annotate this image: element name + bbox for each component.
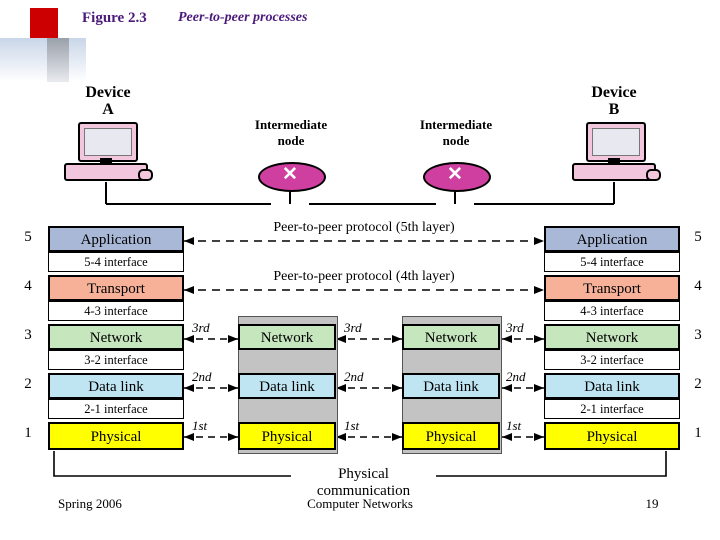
hop-label-2nd-right: 2nd: [506, 369, 526, 384]
right-layer-transport: Transport: [544, 275, 680, 301]
figure-title: Peer-to-peer processes: [178, 10, 308, 25]
hop-label-2nd-middle: 2nd: [344, 369, 364, 384]
node2-layer-physical: Physical: [402, 422, 500, 450]
protocol-label-5th: Peer-to-peer protocol (5th layer): [273, 220, 455, 235]
node1-layer-data-link: Data link: [238, 373, 336, 399]
hop-label-3rd-middle: 3rd: [344, 320, 362, 335]
node1-layer-network: Network: [238, 324, 336, 350]
left-layer-number-5: 5: [24, 229, 32, 245]
intermediate-node-2-label: Intermediate node: [419, 117, 493, 148]
hop-label-3rd-right: 3rd: [506, 320, 524, 335]
right-interface-3-2: 3-2 interface: [544, 350, 680, 370]
left-interface-3-2: 3-2 interface: [48, 350, 184, 370]
right-layer-number-2: 2: [694, 376, 702, 392]
right-layer-network: Network: [544, 324, 680, 350]
footer-page-number: 19: [645, 496, 659, 511]
switch-x-glyph: ✕: [282, 164, 298, 185]
intermediate-node-1-label: Intermediate node: [254, 117, 328, 148]
left-layer-number-1: 1: [24, 425, 32, 441]
node1-layer-physical: Physical: [238, 422, 336, 450]
node2-layer-data-link: Data link: [402, 373, 500, 399]
left-layer-number-3: 3: [24, 327, 32, 343]
figure-label: Figure 2.3: [82, 10, 147, 26]
switch-x-glyph: ✕: [447, 164, 463, 185]
left-interface-5-4: 5-4 interface: [48, 252, 184, 272]
right-layer-application: Application: [544, 226, 680, 252]
left-layer-data-link: Data link: [48, 373, 184, 399]
left-layer-physical: Physical: [48, 422, 184, 450]
right-layer-number-1: 1: [694, 425, 702, 441]
right-layer-number-5: 5: [694, 229, 702, 245]
right-layer-data-link: Data link: [544, 373, 680, 399]
hop-label-1st-middle: 1st: [344, 418, 360, 433]
node2-layer-network: Network: [402, 324, 500, 350]
left-layer-network: Network: [48, 324, 184, 350]
hop-label-3rd-left: 3rd: [192, 320, 210, 335]
right-layer-number-4: 4: [694, 278, 702, 294]
header-red-block: [30, 8, 58, 38]
left-layer-number-4: 4: [24, 278, 32, 294]
right-layer-physical: Physical: [544, 422, 680, 450]
right-interface-2-1: 2-1 interface: [544, 399, 680, 419]
device-b-computer-icon: [572, 122, 661, 184]
right-interface-5-4: 5-4 interface: [544, 252, 680, 272]
diagram-canvas: Device A Device B Intermediate node ✕ In…: [6, 62, 714, 499]
intermediate-node-1-switch-icon: ✕: [258, 162, 326, 196]
device-a-computer-icon: [64, 122, 153, 184]
hop-label-1st-left: 1st: [192, 418, 208, 433]
device-a-label: Device A: [85, 84, 131, 118]
physical-communication-label: Physical communication: [316, 466, 411, 499]
right-layer-number-3: 3: [694, 327, 702, 343]
device-b-label: Device B: [591, 84, 637, 118]
left-layer-transport: Transport: [48, 275, 184, 301]
hop-label-1st-right: 1st: [506, 418, 522, 433]
intermediate-node-2-switch-icon: ✕: [423, 162, 491, 196]
right-interface-4-3: 4-3 interface: [544, 301, 680, 321]
left-interface-2-1: 2-1 interface: [48, 399, 184, 419]
protocol-label-4th: Peer-to-peer protocol (4th layer): [273, 269, 455, 284]
left-interface-4-3: 4-3 interface: [48, 301, 184, 321]
left-layer-application: Application: [48, 226, 184, 252]
left-layer-number-2: 2: [24, 376, 32, 392]
hop-label-2nd-left: 2nd: [192, 369, 212, 384]
